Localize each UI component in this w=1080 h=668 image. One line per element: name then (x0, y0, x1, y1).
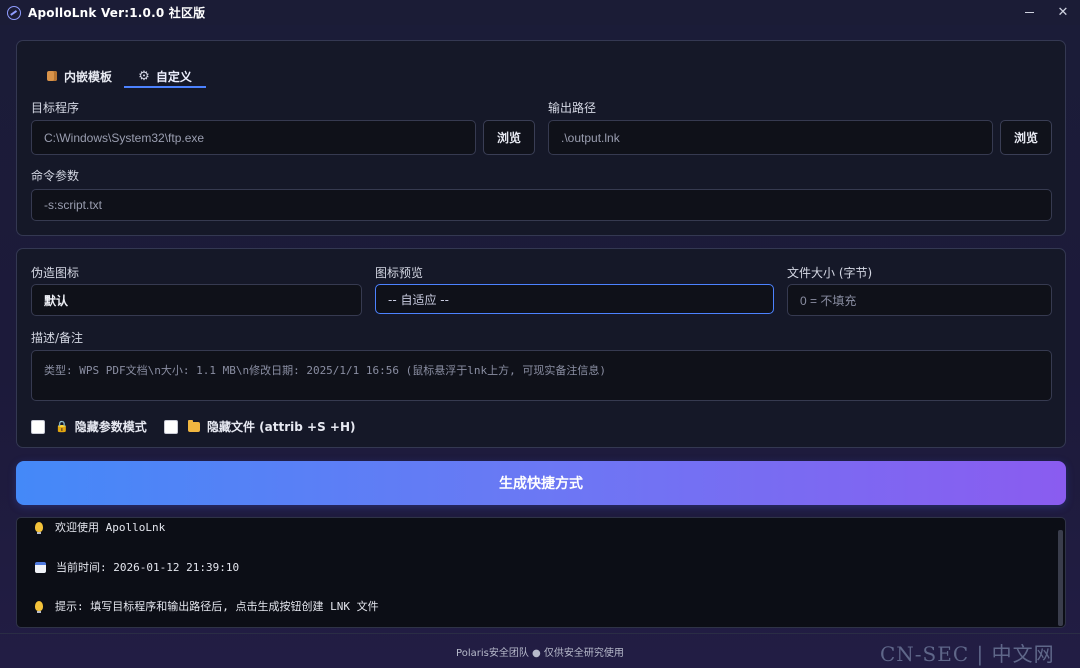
window-title: ApolloLnk Ver:1.0.0 社区版 (28, 6, 206, 20)
args-label: 命令参数 (31, 169, 80, 183)
hide-args-checkbox[interactable] (31, 419, 45, 434)
active-tab-indicator (124, 86, 206, 88)
main-settings-card: 内嵌模板 ⚙ 自定义 目标程序 C:\Windows\System32\ftp.… (16, 40, 1066, 236)
description-textarea[interactable]: 类型: WPS PDF文档\n大小: 1.1 MB\n修改日期: 2025/1/… (31, 350, 1052, 401)
log-scrollbar[interactable] (1058, 530, 1063, 626)
tab-label: 自定义 (155, 69, 192, 84)
minimize-button[interactable] (1012, 0, 1046, 25)
target-label: 目标程序 (31, 101, 80, 115)
target-program-input[interactable]: C:\Windows\System32\ftp.exe (31, 120, 476, 155)
calendar-icon (35, 561, 46, 573)
bulb-icon (35, 601, 43, 613)
package-icon (47, 71, 57, 81)
log-text: 提示: 填写目标程序和输出路径后, 点击生成按钮创建 LNK 文件 (55, 600, 379, 613)
title-bar: ApolloLnk Ver:1.0.0 社区版 (0, 0, 1080, 25)
log-panel: 欢迎使用 ApolloLnk 当前时间: 2026-01-12 21:39:10… (16, 517, 1066, 628)
minimize-icon (1024, 12, 1034, 13)
log-line: 当前时间: 2026-01-12 21:39:10 (35, 559, 239, 575)
gear-icon: ⚙ (138, 68, 150, 84)
log-line: 提示: 填写目标程序和输出路径后, 点击生成按钮创建 LNK 文件 (35, 598, 379, 614)
app-window: ApolloLnk Ver:1.0.0 社区版 ✕ 内嵌模板 ⚙ 自定义 目标程… (0, 0, 1080, 668)
close-button[interactable]: ✕ (1046, 0, 1080, 25)
app-logo-icon (7, 5, 21, 20)
log-line: 欢迎使用 ApolloLnk (35, 519, 165, 535)
output-path-input[interactable]: .\output.lnk (548, 120, 993, 155)
description-label: 描述/备注 (31, 331, 84, 345)
hide-args-option[interactable]: 🔒 隐藏参数模式 (31, 418, 147, 435)
command-args-input[interactable]: -s:script.txt (31, 189, 1052, 221)
icon-preview-select[interactable]: -- 自适应 -- (375, 284, 774, 314)
hide-file-option[interactable]: 隐藏文件 (attrib +S +H) (164, 418, 356, 435)
fake-icon-label: 伪造图标 (31, 266, 80, 280)
icon-preview-label: 图标预览 (375, 266, 424, 280)
hide-file-checkbox[interactable] (164, 419, 178, 434)
close-icon: ✕ (1057, 5, 1069, 20)
hide-file-label: 隐藏文件 (attrib +S +H) (207, 420, 356, 434)
generate-shortcut-button[interactable]: 生成快捷方式 (16, 461, 1066, 505)
output-browse-button[interactable]: 浏览 (1000, 120, 1052, 155)
tab-label: 内嵌模板 (64, 69, 113, 84)
log-text: 当前时间: 2026-01-12 21:39:10 (56, 561, 240, 574)
folder-icon (188, 419, 200, 432)
file-size-input[interactable]: 0 = 不填充 (787, 284, 1052, 316)
hide-args-label: 隐藏参数模式 (74, 420, 147, 434)
file-size-label: 文件大小 (字节) (787, 266, 873, 280)
tab-builtin-templates[interactable]: 内嵌模板 (47, 63, 112, 89)
fake-icon-select[interactable]: 默认 (31, 284, 362, 316)
lock-icon: 🔒 (55, 420, 69, 433)
target-browse-button[interactable]: 浏览 (483, 120, 535, 155)
log-text: 欢迎使用 ApolloLnk (55, 521, 166, 534)
watermark: CN-SEC | 中文网 (880, 642, 1055, 666)
output-label: 输出路径 (548, 101, 597, 115)
bulb-icon (35, 522, 43, 534)
